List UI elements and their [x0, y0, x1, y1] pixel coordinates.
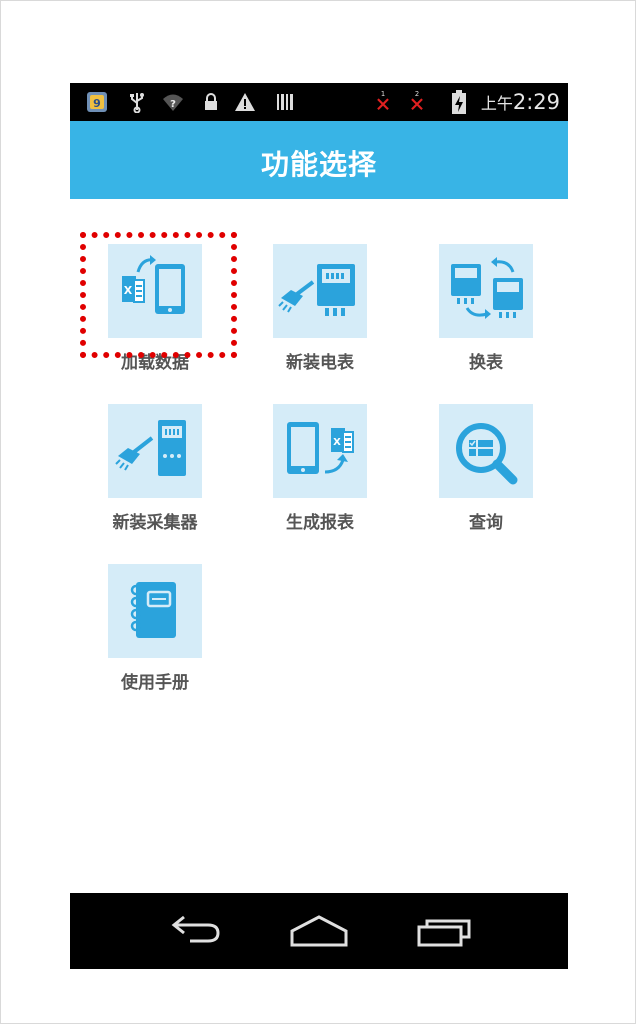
home-icon[interactable] [289, 911, 349, 951]
svg-text:9: 9 [93, 97, 101, 110]
svg-text:2: 2 [415, 90, 419, 98]
menu-item-generate-report[interactable]: X 生成报表 [250, 404, 390, 544]
barcode-icon [277, 94, 293, 110]
title-bar: 功能选择 [70, 121, 568, 199]
battery-charging-icon [452, 90, 466, 114]
back-icon[interactable] [164, 911, 224, 951]
page-title: 功能选择 [260, 148, 377, 181]
menu-item-install-collector[interactable]: 新装采集器 [85, 404, 225, 544]
install-collector-icon-box [108, 404, 202, 498]
svg-text:X: X [124, 284, 133, 297]
generate-report-icon-box: X [273, 404, 367, 498]
menu-item-label: 换表 [469, 353, 503, 373]
svg-text:?: ? [170, 99, 176, 110]
generate-report-icon: X [287, 422, 354, 474]
phone-screen: 9 ? 1 2 上午2:29 功能选择 X 加载数据 新装电表 换表 新装采集器… [70, 83, 568, 969]
svg-text:X: X [333, 437, 341, 448]
menu-item-label: 查询 [469, 513, 503, 533]
status-time-prefix: 上午 [480, 94, 513, 113]
install-collector-icon [115, 420, 186, 476]
lock-icon [205, 93, 217, 110]
app-notification-icon: 9 [87, 92, 107, 112]
menu-item-label: 新装电表 [286, 353, 354, 373]
status-bar: 9 ? 1 2 上午2:29 [70, 83, 568, 121]
load-data-icon-box: X [108, 244, 202, 338]
menu-item-search[interactable]: 查询 [416, 404, 556, 544]
menu-item-label: 加载数据 [121, 353, 189, 373]
sim2-no-signal-icon: 2 [411, 90, 423, 111]
navigation-bar [70, 893, 568, 969]
manual-icon-box [108, 564, 202, 658]
menu-item-label: 使用手册 [121, 673, 189, 693]
usb-icon [130, 93, 144, 113]
menu-item-install-meter[interactable]: 新装电表 [250, 244, 390, 384]
swap-meter-icon [451, 257, 523, 319]
install-meter-icon-box [273, 244, 367, 338]
menu-item-swap-meter[interactable]: 换表 [416, 244, 556, 384]
menu-item-label: 生成报表 [286, 513, 354, 533]
swap-meter-icon-box [439, 244, 533, 338]
warning-icon [235, 93, 255, 111]
install-meter-icon [278, 264, 355, 316]
search-icon [456, 423, 518, 485]
function-grid: X 加载数据 新装电表 换表 新装采集器 X 生成报表 查询 使用手册 [70, 199, 568, 893]
menu-item-manual[interactable]: 使用手册 [85, 564, 225, 704]
load-data-icon: X [122, 255, 185, 314]
recent-apps-icon[interactable] [415, 911, 475, 951]
screenshot-frame: 9 ? 1 2 上午2:29 功能选择 X 加载数据 新装电表 换表 新装采集器… [0, 0, 636, 1024]
sim1-no-signal-icon: 1 [377, 90, 389, 111]
svg-text:1: 1 [381, 90, 385, 98]
status-time: 上午2:29 [481, 89, 560, 117]
search-icon-box [439, 404, 533, 498]
manual-icon [130, 582, 176, 638]
status-time-value: 2:29 [512, 90, 560, 114]
wifi-question-icon: ? [163, 94, 183, 111]
menu-item-label: 新装采集器 [112, 513, 198, 533]
menu-item-load-data[interactable]: X 加载数据 [85, 244, 225, 384]
